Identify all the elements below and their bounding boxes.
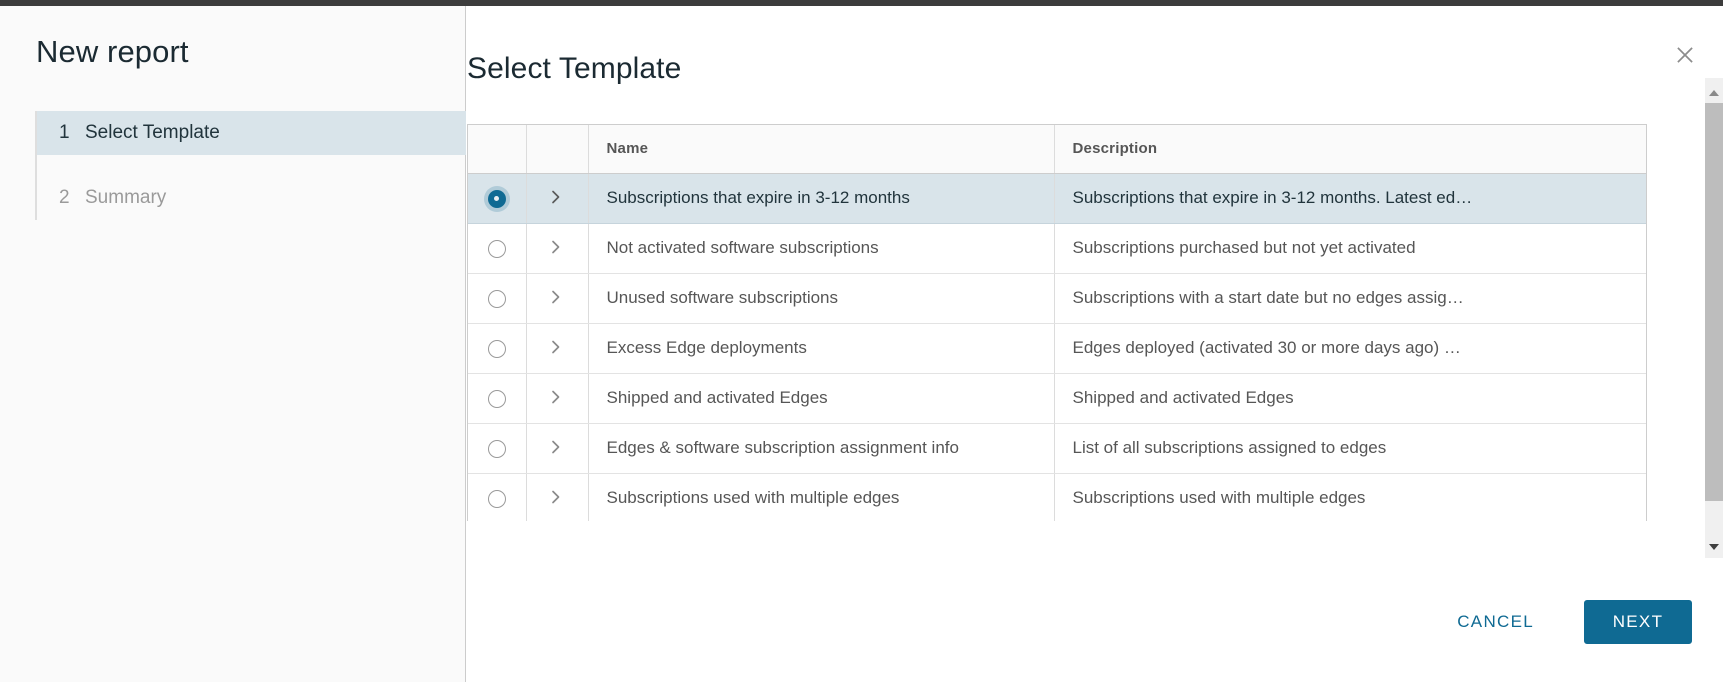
row-expand-cell[interactable] [525, 323, 588, 374]
page-title: Select Template [467, 52, 682, 86]
table-row[interactable]: Excess Edge deployments Edges deployed (… [468, 323, 1646, 374]
row-name: Unused software subscriptions [587, 273, 1054, 324]
table-row[interactable]: Shipped and activated Edges Shipped and … [468, 373, 1646, 424]
row-description: Edges deployed (activated 30 or more day… [1053, 323, 1646, 374]
template-table-container[interactable]: Name Description Subscriptions that expi… [467, 124, 1647, 521]
column-header-name[interactable]: Name [587, 125, 1054, 174]
table-header-row: Name Description [468, 125, 1646, 174]
step-number: 2 [59, 187, 70, 208]
row-select-cell[interactable] [468, 373, 526, 424]
table-header: Name Description [468, 125, 1646, 174]
row-expand-cell[interactable] [525, 423, 588, 474]
chevron-right-icon[interactable] [547, 438, 567, 458]
wizard-step-select-template[interactable]: 1 Select Template [37, 111, 466, 155]
radio-button-selected[interactable] [487, 189, 506, 208]
row-name: Not activated software subscriptions [587, 223, 1054, 274]
radio-button[interactable] [487, 489, 506, 508]
table-row[interactable]: Subscriptions used with multiple edges S… [468, 473, 1646, 521]
row-description: Subscriptions that expire in 3-12 months… [1053, 173, 1646, 224]
table-body: Subscriptions that expire in 3-12 months… [468, 173, 1646, 521]
triangle-down-glyph [1709, 544, 1719, 550]
row-name: Subscriptions used with multiple edges [587, 473, 1054, 521]
row-expand-cell[interactable] [525, 473, 588, 521]
window-scrollbar[interactable] [1702, 6, 1723, 682]
scrollbar-thumb[interactable] [1705, 103, 1723, 501]
radio-button[interactable] [487, 239, 506, 258]
triangle-up-glyph [1709, 90, 1719, 96]
row-name: Subscriptions that expire in 3-12 months [587, 173, 1054, 224]
chevron-right-icon[interactable] [547, 488, 567, 508]
chevron-right-icon[interactable] [547, 388, 567, 408]
row-description: Shipped and activated Edges [1053, 373, 1646, 424]
row-select-cell[interactable] [468, 223, 526, 274]
row-expand-cell[interactable] [525, 223, 588, 274]
step-label: Summary [85, 187, 167, 208]
radio-button[interactable] [487, 389, 506, 408]
step-number: 1 [59, 122, 70, 143]
wizard-step-summary[interactable]: 2 Summary [37, 176, 466, 220]
wizard-step-list: 1 Select Template 2 Summary [35, 111, 466, 220]
radio-button[interactable] [487, 439, 506, 458]
table-row[interactable]: Subscriptions that expire in 3-12 months… [468, 173, 1646, 224]
row-description: Subscriptions used with multiple edges [1053, 473, 1646, 521]
wizard-content-pane: Select Template Name Description Subscri… [467, 6, 1723, 682]
cancel-button[interactable]: CANCEL [1435, 600, 1556, 644]
chevron-right-icon[interactable] [547, 238, 567, 258]
next-button[interactable]: NEXT [1584, 600, 1692, 644]
scroll-up-arrow-icon[interactable] [1705, 84, 1723, 102]
row-expand-cell[interactable] [525, 173, 588, 224]
row-select-cell[interactable] [468, 173, 526, 224]
row-expand-cell[interactable] [525, 273, 588, 324]
row-select-cell[interactable] [468, 423, 526, 474]
row-select-cell[interactable] [468, 273, 526, 324]
row-select-cell[interactable] [468, 473, 526, 521]
row-select-cell[interactable] [468, 323, 526, 374]
row-name: Edges & software subscription assignment… [587, 423, 1054, 474]
chevron-right-icon[interactable] [547, 188, 567, 208]
chevron-right-icon[interactable] [547, 338, 567, 358]
column-header-expand [525, 125, 588, 174]
wizard-sidebar: New report 1 Select Template 2 Summary [0, 6, 466, 682]
chevron-right-icon[interactable] [547, 288, 567, 308]
table-row[interactable]: Edges & software subscription assignment… [468, 423, 1646, 474]
row-description: Subscriptions with a start date but no e… [1053, 273, 1646, 324]
table-row[interactable]: Unused software subscriptions Subscripti… [468, 273, 1646, 324]
row-name: Excess Edge deployments [587, 323, 1054, 374]
row-description: Subscriptions purchased but not yet acti… [1053, 223, 1646, 274]
new-report-wizard: New report 1 Select Template 2 Summary S… [0, 0, 1723, 682]
table-row[interactable]: Not activated software subscriptions Sub… [468, 223, 1646, 274]
scroll-down-arrow-icon[interactable] [1705, 538, 1723, 556]
row-description: List of all subscriptions assigned to ed… [1053, 423, 1646, 474]
radio-button[interactable] [487, 289, 506, 308]
column-header-description[interactable]: Description [1053, 125, 1646, 174]
close-icon[interactable] [1670, 40, 1700, 70]
row-name: Shipped and activated Edges [587, 373, 1054, 424]
template-table: Name Description Subscriptions that expi… [468, 125, 1646, 521]
column-header-select [468, 125, 526, 174]
wizard-footer: CANCEL NEXT [467, 594, 1692, 650]
row-expand-cell[interactable] [525, 373, 588, 424]
step-label: Select Template [85, 122, 220, 143]
radio-button[interactable] [487, 339, 506, 358]
wizard-title: New report [36, 34, 189, 69]
step-spacer [37, 155, 466, 176]
